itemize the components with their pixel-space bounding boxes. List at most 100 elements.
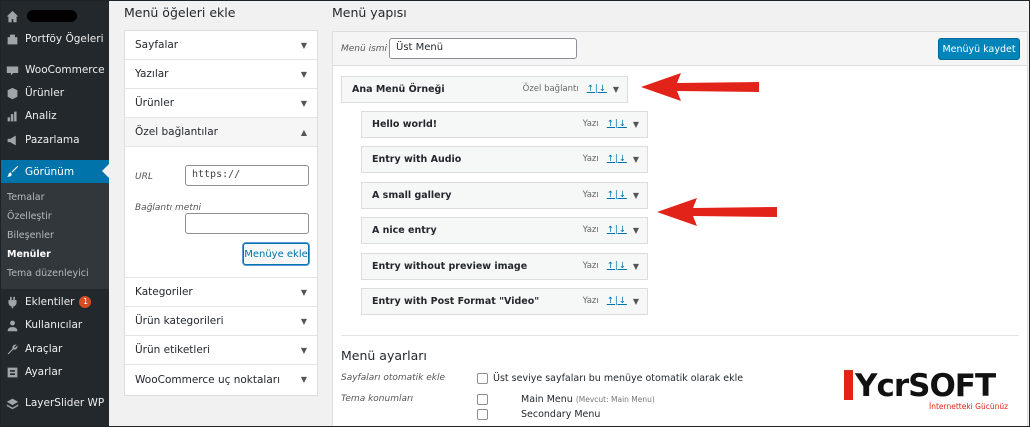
menu-name-label: Menü ismi: [341, 44, 388, 54]
accordion-label: Sayfalar: [135, 39, 179, 51]
analytics-icon: [5, 109, 19, 123]
menu-item-title: Ana Menü Örneği: [352, 84, 445, 95]
sidebar-item-woocommerce[interactable]: WooCommerce: [1, 59, 109, 81]
accordion-label: Ürünler: [135, 97, 175, 109]
sidebar-item-products[interactable]: Ürünler: [1, 82, 109, 104]
location-note: (Mevcut: Main Menu): [575, 395, 655, 404]
menu-item[interactable]: Ana Menü Örneği Özel bağlantı ↑|↓ ▼: [341, 76, 628, 103]
chevron-down-icon: ▼: [300, 98, 307, 108]
redacted-label: [27, 10, 77, 22]
menu-item-title: A nice entry: [372, 225, 437, 236]
menu-item-controls: Yazı ↑|↓ ▼: [583, 119, 639, 129]
move-up-down-link[interactable]: ↑|↓: [607, 154, 627, 164]
menu-item[interactable]: A nice entry Yazı ↑|↓ ▼: [361, 217, 648, 244]
sidebar-item-label: Analiz: [25, 110, 57, 122]
sidebar-item-label: Görünüm: [25, 165, 75, 178]
expand-arrow-icon[interactable]: ▼: [633, 262, 639, 271]
accordion-posts[interactable]: Yazılar ▼: [125, 60, 317, 89]
menu-settings-title: Menü ayarları: [341, 348, 427, 363]
products-icon: [5, 86, 19, 100]
move-up-down-link[interactable]: ↑|↓: [607, 225, 627, 235]
accordion-label: Ürün kategorileri: [135, 315, 224, 327]
accordion-product-tags[interactable]: Ürün etiketleri ▼: [125, 336, 317, 365]
expand-arrow-icon[interactable]: ▼: [633, 120, 639, 129]
chevron-down-icon: ▼: [300, 345, 307, 355]
location-name: Main Menu: [521, 394, 573, 405]
url-input[interactable]: https://: [185, 165, 309, 186]
expand-arrow-icon[interactable]: ▼: [613, 85, 619, 94]
link-text-label: Bağlantı metni: [135, 203, 202, 213]
move-up-down-link[interactable]: ↑|↓: [607, 190, 627, 200]
woocommerce-icon: [5, 63, 19, 77]
move-up-down-link[interactable]: ↑|↓: [607, 261, 627, 271]
menu-item[interactable]: Hello world! Yazı ↑|↓ ▼: [361, 111, 648, 138]
accordion-pages[interactable]: Sayfalar ▼: [125, 31, 317, 60]
menu-item-type: Yazı: [582, 190, 599, 200]
sidebar-item-layerslider[interactable]: LayerSlider WP: [1, 392, 109, 414]
chevron-down-icon: ▼: [300, 287, 307, 297]
accordion-categories[interactable]: Kategoriler ▼: [125, 278, 317, 307]
menu-item-title: Entry with Post Format "Video": [372, 296, 540, 307]
auto-add-checkbox[interactable]: [477, 373, 488, 384]
accordion-product-categories[interactable]: Ürün kategorileri ▼: [125, 307, 317, 336]
submenu-themes[interactable]: Temalar: [7, 192, 44, 203]
submenu-customize[interactable]: Özelleştir: [7, 211, 52, 222]
accordion-label: Yazılar: [135, 68, 169, 80]
menu-item-title: Entry without preview image: [372, 261, 528, 272]
menu-item[interactable]: Entry with Audio Yazı ↑|↓ ▼: [361, 146, 648, 173]
chevron-down-icon: ▼: [300, 316, 307, 326]
settings-icon: [5, 365, 19, 379]
sidebar-item-marketing[interactable]: Pazarlama: [1, 129, 109, 151]
move-up-down-link[interactable]: ↑|↓: [607, 296, 627, 306]
add-to-menu-button[interactable]: Menüye ekle: [243, 243, 309, 265]
menu-item[interactable]: Entry without preview image Yazı ↑|↓ ▼: [361, 253, 648, 280]
menu-item-title: Entry with Audio: [372, 154, 462, 165]
accordion-custom-links[interactable]: Özel bağlantılar ▲: [125, 118, 317, 147]
move-up-down-link[interactable]: ↑|↓: [587, 84, 607, 94]
secondary-menu-checkbox[interactable]: [477, 409, 488, 420]
expand-arrow-icon[interactable]: ▼: [633, 226, 639, 235]
red-arrow-icon: [657, 198, 777, 226]
menu-item-title: Hello world!: [372, 119, 438, 130]
main-menu-checkbox[interactable]: [477, 394, 488, 405]
ycrsoft-logo: YcrSOFT İnternetteki Gücünüz: [844, 368, 1008, 417]
menu-item-type: Yazı: [582, 225, 599, 235]
menu-item[interactable]: Entry with Post Format "Video" Yazı ↑|↓ …: [361, 288, 648, 315]
sidebar-item-settings[interactable]: Ayarlar: [1, 361, 109, 383]
users-icon: [5, 318, 19, 332]
menu-item-controls: Yazı ↑|↓ ▼: [583, 296, 639, 306]
sidebar-item-tools[interactable]: Araçlar: [1, 338, 109, 360]
plugin-icon: [5, 295, 19, 309]
link-text-input[interactable]: [185, 213, 309, 234]
sidebar-item-portfolio[interactable]: Portföy Ögeleri: [1, 28, 109, 50]
sidebar-item-appearance[interactable]: Görünüm: [1, 160, 109, 183]
expand-arrow-icon[interactable]: ▼: [633, 191, 639, 200]
expand-arrow-icon[interactable]: ▼: [633, 297, 639, 306]
accordion-woocommerce-endpoints[interactable]: WooCommerce uç noktaları ▼: [125, 365, 317, 394]
menu-item[interactable]: A small gallery Yazı ↑|↓ ▼: [361, 182, 648, 209]
menu-item-controls: Yazı ↑|↓ ▼: [583, 154, 639, 164]
sidebar-item-plugins[interactable]: Eklentiler 1: [1, 291, 109, 313]
sidebar-item-dashboard[interactable]: [1, 5, 109, 27]
menu-name-input[interactable]: Üst Menü: [389, 38, 577, 59]
submenu-theme-editor[interactable]: Tema düzenleyici: [7, 268, 89, 279]
submenu-widgets[interactable]: Bileşenler: [7, 230, 54, 241]
sidebar-item-analytics[interactable]: Analiz: [1, 105, 109, 127]
home-icon: [5, 9, 19, 23]
logo-wordmark: YcrSOFT: [855, 368, 996, 404]
menu-structure-title: Menü yapısı: [332, 5, 407, 20]
move-up-down-link[interactable]: ↑|↓: [607, 119, 627, 129]
accordion-products[interactable]: Ürünler ▼: [125, 89, 317, 118]
chevron-down-icon: ▼: [300, 375, 307, 384]
expand-arrow-icon[interactable]: ▼: [633, 155, 639, 164]
submenu-menus[interactable]: Menüler: [7, 249, 51, 260]
save-menu-button[interactable]: Menüyü kaydet: [938, 38, 1020, 60]
logo-text: YcrSOFT: [844, 368, 996, 404]
sidebar-item-label: Pazarlama: [25, 134, 80, 146]
sidebar-item-users[interactable]: Kullanıcılar: [1, 314, 109, 336]
menu-header: Menü ismi Üst Menü Menüyü kaydet: [333, 32, 1027, 66]
main-menu-label: Main Menu (Mevcut: Main Menu): [521, 394, 655, 405]
chevron-up-icon: ▲: [300, 127, 307, 137]
menu-item-type: Yazı: [582, 296, 599, 306]
sidebar-item-label: Kullanıcılar: [25, 319, 83, 331]
